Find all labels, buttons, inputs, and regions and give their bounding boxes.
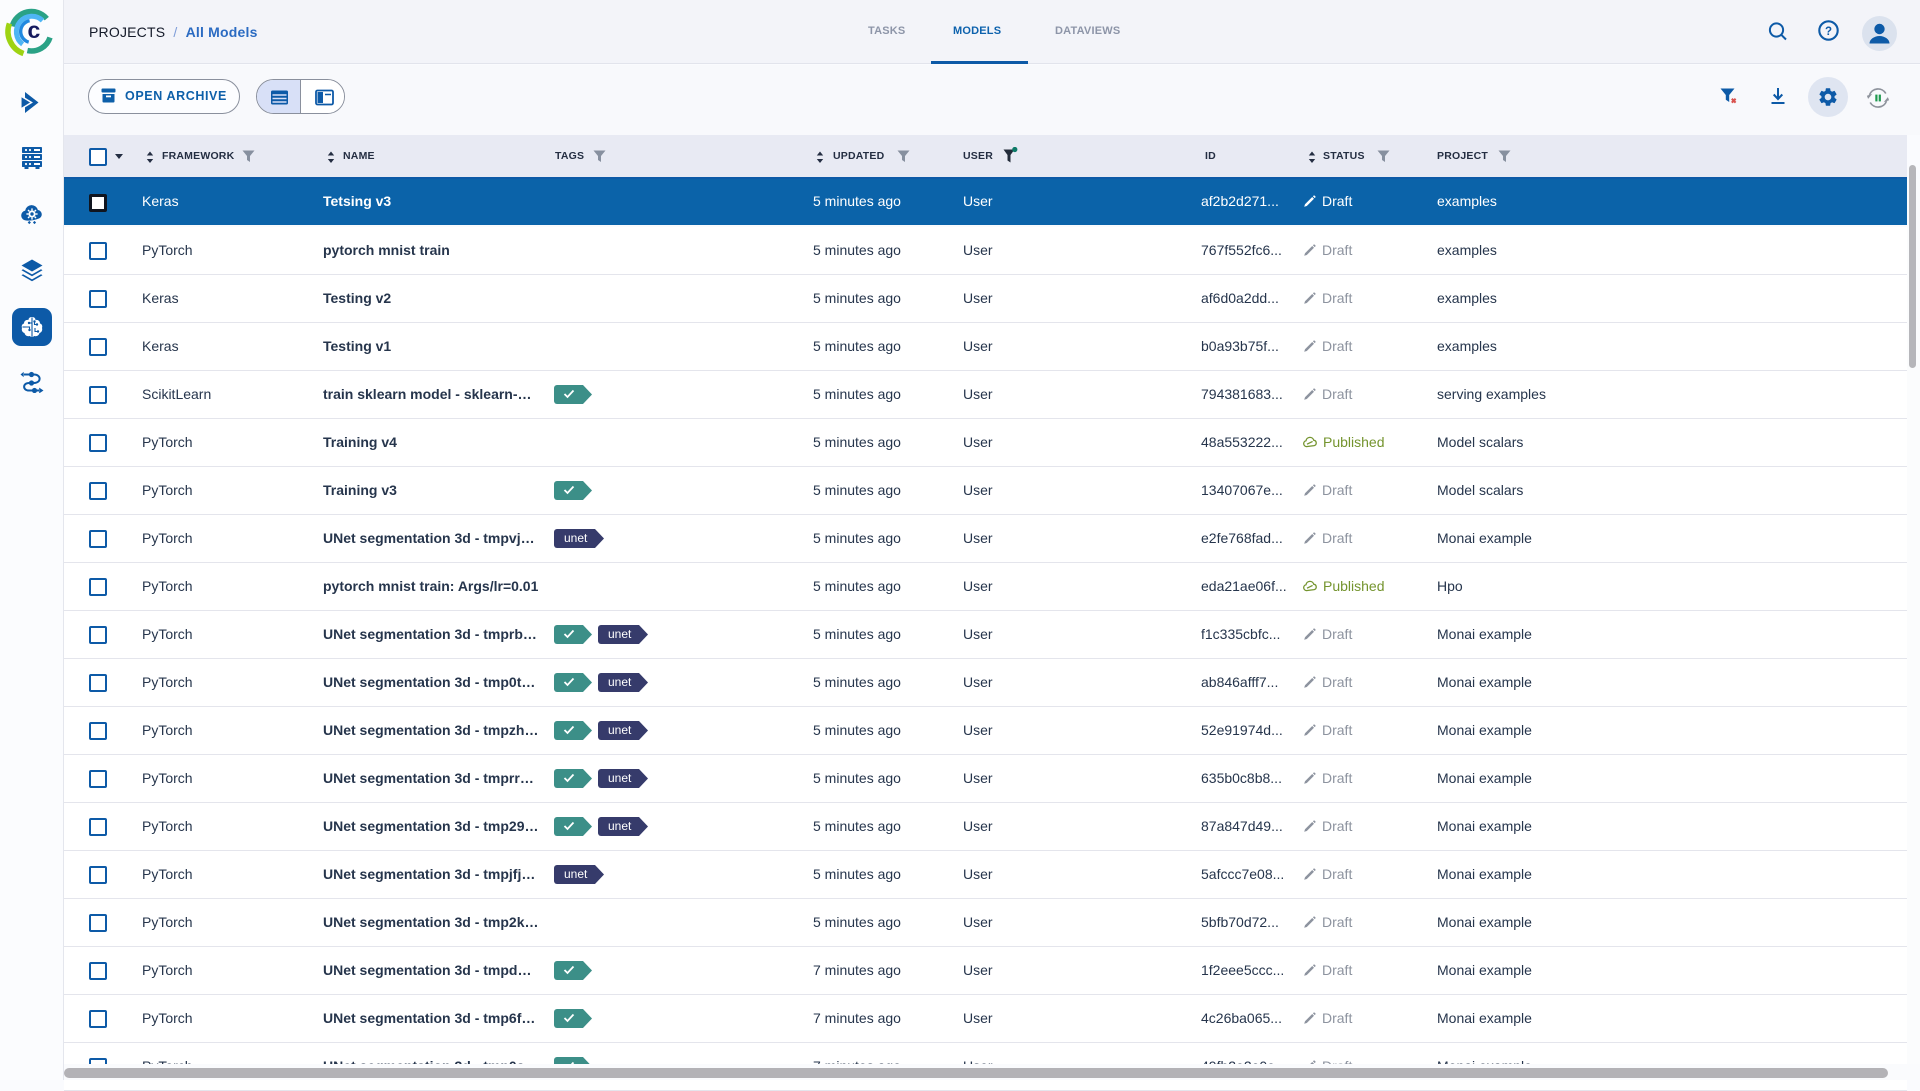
svg-text:?: ? <box>1825 26 1832 38</box>
svg-text:c: c <box>28 17 41 43</box>
